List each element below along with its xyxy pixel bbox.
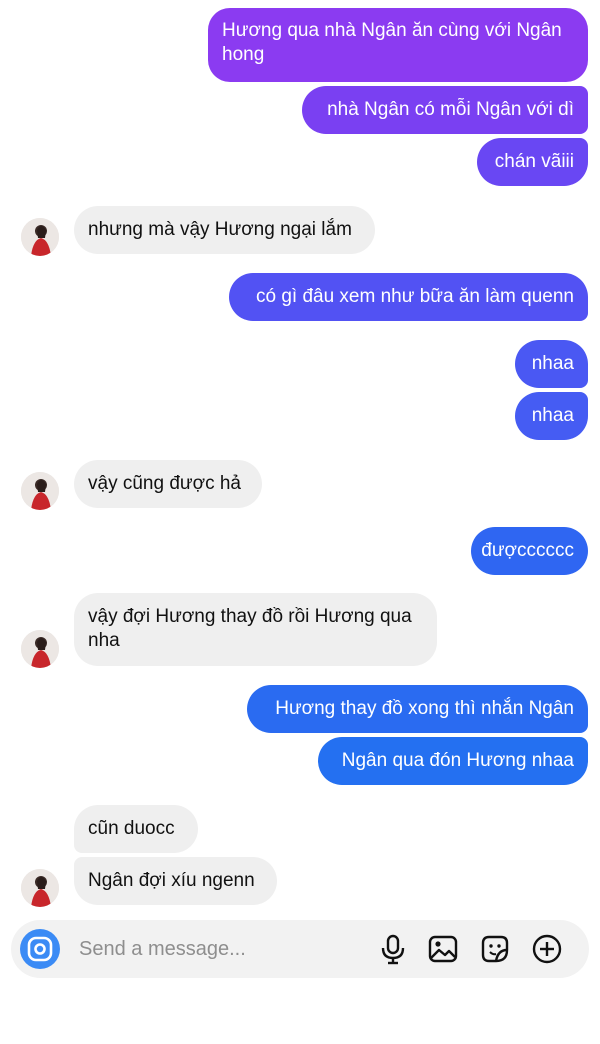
avatar[interactable] <box>21 218 59 256</box>
camera-button[interactable] <box>20 929 60 969</box>
plus-icon <box>532 934 562 964</box>
message-bubble-outgoing[interactable]: nhà Ngân có mỗi Ngân với dì <box>302 86 588 134</box>
avatar[interactable] <box>21 472 59 510</box>
message-bubble-outgoing[interactable]: nhaa <box>515 340 588 388</box>
message-bubble-outgoing[interactable]: đượcccccc <box>471 527 588 575</box>
avatar-photo <box>21 472 59 510</box>
message-bubble-outgoing[interactable]: có gì đâu xem như bữa ăn làm quenn <box>229 273 588 321</box>
message-bubble-outgoing[interactable]: chán vãiii <box>477 138 588 186</box>
microphone-icon <box>381 934 405 965</box>
message-bubble-incoming[interactable]: nhưng mà vậy Hương ngại lắm <box>74 206 375 254</box>
avatar[interactable] <box>21 869 59 907</box>
message-bubble-incoming[interactable]: Ngân đợi xíu ngenn <box>74 857 277 905</box>
sticker-button[interactable] <box>479 933 511 965</box>
avatar-photo <box>21 630 59 668</box>
message-bubble-outgoing[interactable]: Hương qua nhà Ngân ăn cùng với Ngân hong <box>208 8 588 82</box>
message-bubble-incoming[interactable]: vậy cũng được hả <box>74 460 262 508</box>
message-bubble-outgoing[interactable]: Hương thay đồ xong thì nhắn Ngân <box>247 685 588 733</box>
message-bubble-incoming[interactable]: cũn duocc <box>74 805 198 853</box>
avatar-photo <box>21 218 59 256</box>
gallery-icon <box>428 935 458 963</box>
message-bubble-incoming[interactable]: vậy đợi Hương thay đồ rồi Hương qua nha <box>74 593 437 666</box>
camera-icon <box>27 936 53 962</box>
message-bubble-outgoing[interactable]: nhaa <box>515 392 588 440</box>
add-button[interactable] <box>531 933 563 965</box>
message-composer: Send a message... <box>11 920 589 978</box>
gallery-button[interactable] <box>427 933 459 965</box>
sticker-icon <box>481 935 509 963</box>
message-input[interactable]: Send a message... <box>79 936 246 962</box>
avatar[interactable] <box>21 630 59 668</box>
microphone-button[interactable] <box>377 933 409 965</box>
avatar-photo <box>21 869 59 907</box>
message-bubble-outgoing[interactable]: Ngân qua đón Hương nhaa <box>318 737 588 785</box>
